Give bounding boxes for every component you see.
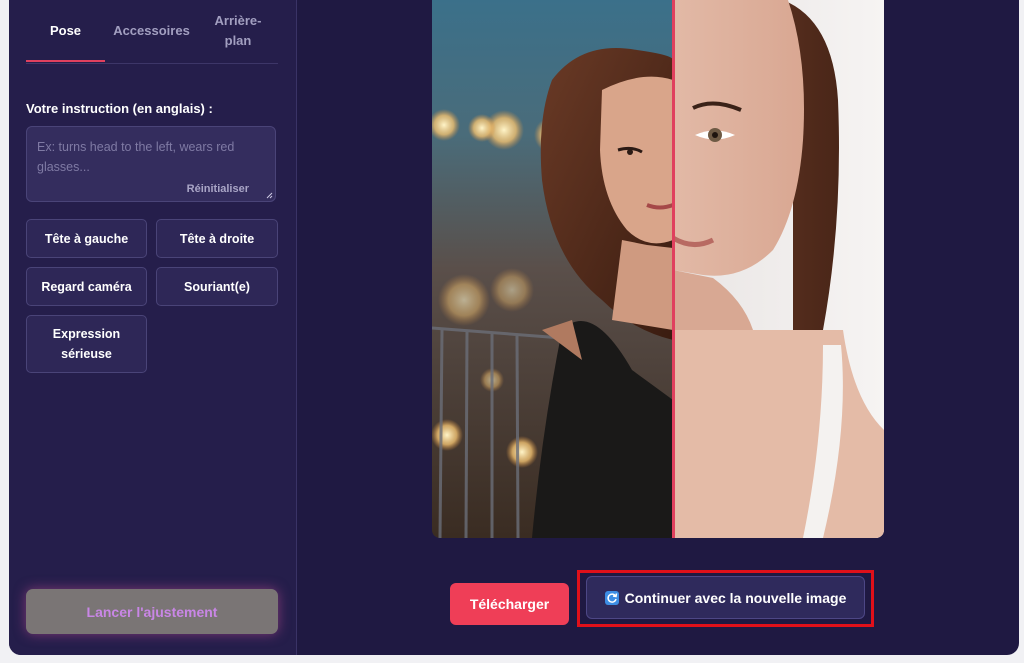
launch-adjustment-button[interactable]: Lancer l'ajustement xyxy=(26,589,278,634)
highlight-box: Continuer avec la nouvelle image xyxy=(577,570,874,627)
tab-pose[interactable]: Pose xyxy=(26,0,105,62)
reset-button[interactable]: Réinitialiser xyxy=(187,183,249,195)
preset-expression-serieuse[interactable]: Expression sérieuse xyxy=(26,315,147,373)
continue-new-image-button[interactable]: Continuer avec la nouvelle image xyxy=(586,576,865,619)
preset-regard-camera[interactable]: Regard caméra xyxy=(26,267,147,306)
tab-bar: Pose Accessoires Arrière-plan xyxy=(26,0,278,64)
instruction-field: Réinitialiser xyxy=(26,126,276,202)
download-button[interactable]: Télécharger xyxy=(450,583,569,625)
resize-grip-icon[interactable] xyxy=(266,192,273,199)
instruction-label: Votre instruction (en anglais) : xyxy=(26,101,213,116)
tab-arriere-plan[interactable]: Arrière-plan xyxy=(202,0,274,62)
adjustment-sidebar: Pose Accessoires Arrière-plan Votre inst… xyxy=(9,0,297,655)
preset-souriant[interactable]: Souriant(e) xyxy=(156,267,278,306)
app-window: Pose Accessoires Arrière-plan Votre inst… xyxy=(9,0,1019,655)
continue-label: Continuer avec la nouvelle image xyxy=(624,589,847,606)
active-tab-indicator xyxy=(26,60,105,62)
preset-tete-droite[interactable]: Tête à droite xyxy=(156,219,278,258)
comparison-slider-handle[interactable] xyxy=(672,0,675,538)
refresh-icon xyxy=(604,590,619,605)
before-after-comparison[interactable] xyxy=(432,0,884,538)
preset-tete-gauche[interactable]: Tête à gauche xyxy=(26,219,147,258)
original-image xyxy=(432,0,673,538)
adjusted-image xyxy=(673,0,884,538)
tab-accessoires[interactable]: Accessoires xyxy=(105,0,198,62)
